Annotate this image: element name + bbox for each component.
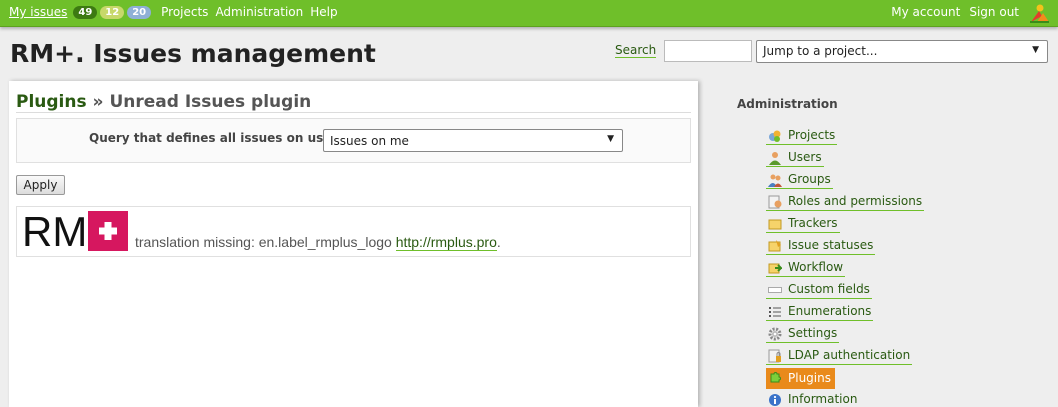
info-icon — [769, 393, 781, 406]
logo-link-suffix: . — [496, 234, 501, 250]
projects-icon — [769, 130, 781, 142]
projects-link[interactable]: Projects — [161, 5, 208, 19]
sidebar-item-enumerations: Enumerations — [766, 301, 924, 323]
sidebar-item-label: Plugins — [788, 370, 831, 385]
sidebar-link-projects[interactable]: Projects — [766, 127, 838, 145]
user-icon — [769, 151, 781, 165]
sidebar-item-label: LDAP authentication — [788, 348, 911, 362]
app-logo-icon[interactable] — [1028, 2, 1050, 24]
sidebar-item-label: Enumerations — [788, 304, 872, 318]
search-link[interactable]: Search — [615, 43, 657, 58]
chevron-down-icon: ▼ — [1032, 45, 1039, 55]
sidebar-link-issue-statuses[interactable]: Issue statuses — [766, 237, 876, 255]
rmplus-logo-box: RM translation missing: en.label_rmplus_… — [16, 206, 691, 257]
title-divider — [16, 112, 691, 113]
sidebar-item-settings: Settings — [766, 323, 924, 345]
rmplus-link[interactable]: http://rmplus.pro — [395, 234, 497, 251]
rmplus-logo: RM — [22, 211, 128, 251]
my-issues-link[interactable]: My issues — [9, 5, 67, 19]
sidebar-item-workflow: Workflow — [766, 257, 924, 279]
sidebar-item-trackers: Trackers — [766, 213, 924, 235]
issues-count-badge[interactable]: 20 — [127, 5, 152, 19]
sidebar-item-issue-statuses: Issue statuses — [766, 235, 924, 257]
sidebar-link-enumerations[interactable]: Enumerations — [766, 303, 874, 321]
sidebar-item-custom-fields: Custom fields — [766, 279, 924, 301]
sidebar-link-information[interactable]: Information — [766, 391, 859, 407]
sidebar-link-groups[interactable]: Groups — [766, 171, 833, 189]
sidebar-item-label: Users — [788, 150, 822, 164]
apply-button[interactable]: Apply — [16, 175, 65, 195]
workflow-icon — [768, 263, 782, 273]
sidebar-item-projects: Projects — [766, 125, 924, 147]
query-field-label: Query that defines all issues on user: — [89, 131, 343, 145]
logo-caption: translation missing: en.label_rmplus_log… — [135, 234, 501, 251]
search-input[interactable] — [664, 40, 752, 62]
sidebar-item-label: Issue statuses — [788, 238, 874, 252]
list-icon — [769, 306, 781, 317]
logo-note: translation missing: en.label_rmplus_log… — [135, 234, 392, 250]
sidebar-link-custom-fields[interactable]: Custom fields — [766, 281, 872, 299]
plugin-title: Unread Issues plugin — [109, 92, 312, 112]
sidebar-item-label: Projects — [788, 128, 836, 142]
status-icon — [768, 239, 781, 251]
sidebar-link-ldap[interactable]: LDAP authentication — [766, 347, 913, 365]
sidebar-item-label: Information — [788, 392, 858, 406]
issues-count-badge[interactable]: 12 — [100, 5, 125, 19]
plugin-icon — [770, 372, 781, 383]
help-link[interactable]: Help — [310, 5, 337, 19]
sidebar-item-information: Information — [766, 389, 924, 407]
ldap-icon — [768, 349, 781, 362]
jump-to-project-select[interactable]: Jump to a project... ▼ — [756, 40, 1048, 63]
issues-count-badge[interactable]: 49 — [73, 5, 98, 19]
sign-out-link[interactable]: Sign out — [969, 5, 1019, 19]
my-account-link[interactable]: My account — [891, 5, 960, 19]
sidebar-link-plugins[interactable]: Plugins — [766, 367, 835, 389]
breadcrumb-plugins-link[interactable]: Plugins — [16, 92, 87, 113]
page-title: RM+. Issues management — [10, 39, 376, 68]
jump-to-project-value: Jump to a project... — [763, 44, 878, 58]
plugin-settings-box: Query that defines all issues on user: I… — [16, 118, 691, 163]
sidebar-item-roles: Roles and permissions — [766, 191, 925, 213]
sidebar-link-trackers[interactable]: Trackers — [766, 215, 840, 233]
sidebar-link-workflow[interactable]: Workflow — [766, 259, 846, 277]
admin-menu: Projects Users Groups Roles and permissi… — [766, 125, 925, 407]
sidebar-link-roles[interactable]: Roles and permissions — [766, 193, 925, 211]
query-select-value: Issues on me — [330, 134, 409, 148]
sidebar-item-label: Groups — [788, 172, 831, 186]
sidebar-item-label: Custom fields — [788, 282, 870, 296]
top-menu: My issues 49 12 20 Projects Administrati… — [0, 0, 1058, 27]
sidebar-item-users: Users — [766, 147, 924, 169]
chevron-down-icon: ▼ — [607, 134, 614, 144]
sidebar: Administration Projects Users Groups Rol… — [698, 81, 1058, 407]
main-content: Plugins » Unread Issues plugin Query tha… — [9, 81, 698, 407]
sidebar-link-settings[interactable]: Settings — [766, 325, 840, 343]
sidebar-link-users[interactable]: Users — [766, 149, 824, 167]
sidebar-item-plugins: Plugins — [766, 367, 924, 389]
sidebar-item-groups: Groups — [766, 169, 924, 191]
sidebar-heading: Administration — [737, 97, 838, 111]
sidebar-item-label: Roles and permissions — [788, 194, 923, 208]
breadcrumb-separator: » — [86, 92, 110, 112]
query-select[interactable]: Issues on me ▼ — [323, 129, 623, 152]
sidebar-item-label: Trackers — [788, 216, 838, 230]
sidebar-item-label: Workflow — [788, 260, 844, 274]
gear-icon — [768, 327, 782, 340]
breadcrumb: Plugins » Unread Issues plugin — [16, 92, 312, 113]
group-icon — [768, 174, 782, 187]
administration-link[interactable]: Administration — [215, 5, 303, 19]
sidebar-item-ldap: LDAP authentication — [766, 345, 924, 367]
sidebar-item-label: Settings — [788, 326, 838, 340]
custom-field-icon — [768, 286, 782, 293]
rmplus-logo-letters: RM — [22, 211, 87, 251]
header: RM+. Issues management Search Jump to a … — [0, 28, 1058, 80]
roles-icon — [768, 195, 782, 208]
tracker-icon — [768, 219, 782, 229]
